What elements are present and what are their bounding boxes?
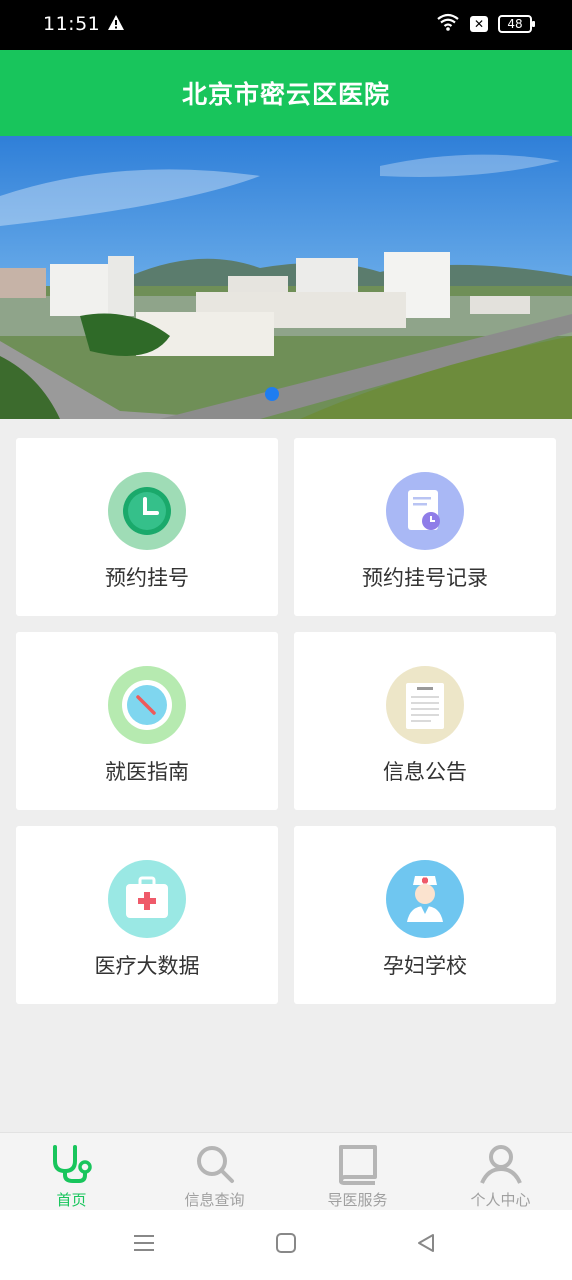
back-icon[interactable] (415, 1232, 437, 1258)
menu-item-label: 预约挂号记录 (362, 566, 488, 590)
menu-item-prenatal-school[interactable]: 孕妇学校 (294, 826, 556, 1004)
menu-item-label: 孕妇学校 (383, 954, 467, 978)
menu-item-appointment-records[interactable]: 预约挂号记录 (294, 438, 556, 616)
tab-personal-center[interactable]: 个人中心 (429, 1133, 572, 1211)
bottom-tab-bar: 首页 信息查询 导医服务 个人中心 (0, 1132, 572, 1210)
book-icon (335, 1143, 381, 1189)
compass-icon (108, 666, 186, 744)
wifi-icon (436, 13, 460, 35)
menu-item-label: 信息公告 (383, 760, 467, 784)
sim-off-icon: ✕ (470, 16, 488, 32)
home-icon[interactable] (275, 1232, 297, 1258)
tab-label: 信息查询 (184, 1191, 245, 1209)
clock-icon (108, 472, 186, 550)
tab-label: 导医服务 (327, 1191, 388, 1209)
medical-kit-icon (108, 860, 186, 938)
status-time: 11:51 (43, 13, 101, 35)
app-header: 北京市密云区医院 (0, 50, 572, 136)
nurse-icon (386, 860, 464, 938)
menu-item-medical-data[interactable]: 医疗大数据 (16, 826, 278, 1004)
menu-item-label: 预约挂号 (105, 566, 189, 590)
menu-item-notice[interactable]: 信息公告 (294, 632, 556, 810)
document-clock-icon (386, 472, 464, 550)
menu-item-label: 医疗大数据 (94, 954, 200, 978)
tab-guide-service[interactable]: 导医服务 (286, 1133, 429, 1211)
stethoscope-icon (49, 1143, 95, 1189)
battery-indicator: 48 (498, 15, 535, 33)
carousel-indicator[interactable] (265, 387, 279, 401)
banner-image[interactable] (0, 136, 572, 419)
warning-icon (107, 14, 125, 35)
system-nav-bar (0, 1210, 572, 1280)
notice-icon (386, 666, 464, 744)
tab-label: 个人中心 (470, 1191, 531, 1209)
page-title: 北京市密云区医院 (181, 80, 390, 109)
tab-label: 首页 (56, 1191, 87, 1209)
person-icon (478, 1143, 524, 1189)
menu-item-appointment[interactable]: 预约挂号 (16, 438, 278, 616)
menu-icon[interactable] (133, 1232, 155, 1258)
status-bar: 11:51 ✕ 48 (0, 0, 572, 50)
tab-home[interactable]: 首页 (0, 1133, 143, 1211)
status-indicators: ✕ 48 (436, 13, 535, 35)
menu-item-label: 就医指南 (105, 760, 189, 784)
tab-info-query[interactable]: 信息查询 (143, 1133, 286, 1211)
menu-item-guide[interactable]: 就医指南 (16, 632, 278, 810)
search-icon (192, 1143, 238, 1189)
